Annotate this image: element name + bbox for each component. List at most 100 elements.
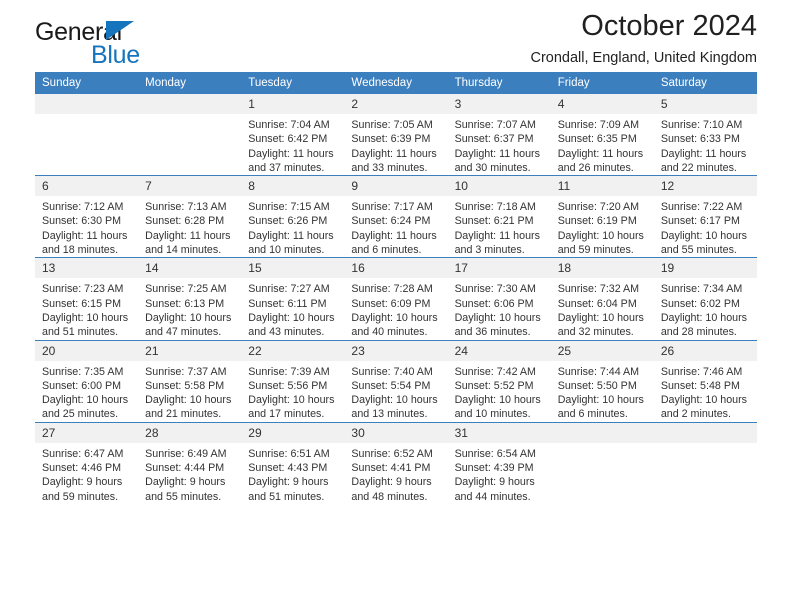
sunset-text: Sunset: 6:26 PM [248, 215, 328, 228]
calendar-day-cell[interactable]: 15 Sunrise: 7:27 AM Sunset: 6:11 PM Dayligh… [241, 257, 345, 341]
daylight-text-line2: and 48 minutes. [351, 490, 428, 503]
calendar-day-cell[interactable]: 22 Sunrise: 7:39 AM Sunset: 5:56 PM Dayligh… [241, 339, 345, 423]
day-sun-info: Sunrise: 6:52 AM Sunset: 4:41 PM Daylight:… [344, 443, 447, 504]
calendar-day-cell[interactable]: 17 Sunrise: 7:30 AM Sunset: 6:06 PM Dayligh… [447, 257, 551, 341]
sunrise-text: Sunrise: 7:42 AM [454, 365, 536, 378]
daylight-text-line2: and 26 minutes. [557, 161, 634, 174]
calendar-day-cell[interactable]: 10 Sunrise: 7:18 AM Sunset: 6:21 PM Dayligh… [447, 175, 551, 258]
calendar-day-cell[interactable]: 26 Sunrise: 7:46 AM Sunset: 5:48 PM Dayligh… [653, 339, 757, 423]
weekday-header-thursday: Thursday [447, 72, 551, 94]
calendar-day-cell[interactable]: 2 Sunrise: 7:05 AM Sunset: 6:39 PM Daylight… [344, 94, 448, 176]
calendar-day-cell[interactable]: 30 Sunrise: 6:52 AM Sunset: 4:41 PM Dayligh… [344, 421, 448, 504]
day-number: 3 [447, 94, 551, 114]
sunrise-text: Sunrise: 7:44 AM [557, 365, 640, 378]
page-header: General Blue October 2024 Crondall, Engl… [35, 0, 757, 72]
day-sun-info: Sunrise: 7:09 AM Sunset: 6:35 PM Daylight:… [551, 114, 654, 175]
calendar-day-cell[interactable]: 24 Sunrise: 7:42 AM Sunset: 5:52 PM Dayligh… [447, 339, 551, 423]
day-number: 29 [241, 422, 345, 443]
calendar-day-cell[interactable]: 21 Sunrise: 7:37 AM Sunset: 5:58 PM Dayligh… [138, 339, 242, 423]
day-sun-info: Sunrise: 6:49 AM Sunset: 4:44 PM Daylight:… [138, 443, 241, 504]
calendar-day-cell[interactable]: 8 Sunrise: 7:15 AM Sunset: 6:26 PM Daylight… [241, 175, 345, 258]
calendar-week-row: 27 Sunrise: 6:47 AM Sunset: 4:46 PM Dayligh… [35, 421, 757, 504]
calendar-day-cell[interactable]: 12 Sunrise: 7:22 AM Sunset: 6:17 PM Dayligh… [653, 175, 757, 258]
calendar-day-cell[interactable]: 11 Sunrise: 7:20 AM Sunset: 6:19 PM Dayligh… [550, 175, 654, 258]
daylight-text-line1: Daylight: 11 hours [351, 147, 437, 160]
day-sun-info: Sunrise: 7:10 AM Sunset: 6:33 PM Daylight:… [654, 114, 757, 175]
day-number: 6 [35, 176, 139, 197]
day-number: 16 [344, 258, 448, 279]
day-sun-info: Sunrise: 7:44 AM Sunset: 5:50 PM Daylight:… [551, 361, 654, 422]
sunset-text: Sunset: 5:54 PM [351, 379, 431, 392]
daylight-text-line2: and 51 minutes. [248, 490, 325, 503]
calendar-day-cell[interactable]: 1 Sunrise: 7:04 AM Sunset: 6:42 PM Daylight… [241, 94, 345, 176]
generalblue-logo: General Blue [35, 18, 225, 70]
sunset-text: Sunset: 5:50 PM [557, 379, 637, 392]
daylight-text-line1: Daylight: 10 hours [454, 311, 541, 324]
calendar-day-cell[interactable]: 16 Sunrise: 7:28 AM Sunset: 6:09 PM Dayligh… [344, 257, 448, 341]
day-sun-info: Sunrise: 7:13 AM Sunset: 6:28 PM Daylight:… [138, 196, 241, 257]
calendar-day-cell[interactable]: 4 Sunrise: 7:09 AM Sunset: 6:35 PM Daylight… [550, 94, 654, 176]
daylight-text-line2: and 44 minutes. [454, 490, 531, 503]
calendar-day-cell[interactable]: 29 Sunrise: 6:51 AM Sunset: 4:43 PM Dayligh… [241, 421, 345, 504]
daylight-text-line2: and 40 minutes. [351, 326, 428, 339]
day-number [138, 94, 242, 114]
weekday-header-monday: Monday [138, 72, 242, 94]
calendar-day-cell[interactable]: 6 Sunrise: 7:12 AM Sunset: 6:30 PM Daylight… [35, 175, 139, 258]
daylight-text-line2: and 10 minutes. [248, 244, 325, 257]
sunrise-sunset-calendar: Sunday Monday Tuesday Wednesday Thursday… [35, 72, 757, 504]
daylight-text-line1: Daylight: 10 hours [557, 311, 644, 324]
calendar-week-row: 6 Sunrise: 7:12 AM Sunset: 6:30 PM Daylight… [35, 175, 757, 258]
calendar-day-cell[interactable]: 18 Sunrise: 7:32 AM Sunset: 6:04 PM Dayligh… [550, 257, 654, 341]
day-sun-info: Sunrise: 7:22 AM Sunset: 6:17 PM Daylight:… [654, 196, 757, 257]
day-sun-info: Sunrise: 6:54 AM Sunset: 4:39 PM Daylight:… [448, 443, 551, 504]
sunrise-text: Sunrise: 6:47 AM [42, 447, 124, 460]
calendar-day-cell[interactable]: 20 Sunrise: 7:35 AM Sunset: 6:00 PM Dayligh… [35, 339, 139, 423]
sunset-text: Sunset: 6:09 PM [351, 297, 431, 310]
daylight-text-line2: and 10 minutes. [454, 408, 531, 421]
daylight-text-line1: Daylight: 10 hours [145, 311, 232, 324]
day-sun-info: Sunrise: 7:40 AM Sunset: 5:54 PM Daylight:… [344, 361, 447, 422]
day-number: 24 [447, 340, 551, 361]
calendar-day-cell[interactable]: 27 Sunrise: 6:47 AM Sunset: 4:46 PM Dayligh… [35, 421, 139, 504]
calendar-week-row: 1 Sunrise: 7:04 AM Sunset: 6:42 PM Daylight… [35, 94, 757, 176]
calendar-day-cell[interactable]: 31 Sunrise: 6:54 AM Sunset: 4:39 PM Dayligh… [447, 421, 551, 504]
day-number: 7 [138, 176, 242, 197]
calendar-day-cell[interactable]: 7 Sunrise: 7:13 AM Sunset: 6:28 PM Daylight… [138, 175, 242, 258]
calendar-day-cell[interactable]: 14 Sunrise: 7:25 AM Sunset: 6:13 PM Dayligh… [138, 257, 242, 341]
day-sun-info: Sunrise: 7:30 AM Sunset: 6:06 PM Daylight:… [448, 278, 551, 339]
sunset-text: Sunset: 5:58 PM [145, 379, 225, 392]
calendar-day-cell[interactable]: 9 Sunrise: 7:17 AM Sunset: 6:24 PM Daylight… [344, 175, 448, 258]
sunset-text: Sunset: 6:21 PM [454, 215, 534, 228]
calendar-day-cell[interactable]: 3 Sunrise: 7:07 AM Sunset: 6:37 PM Daylight… [447, 94, 551, 176]
daylight-text-line1: Daylight: 10 hours [557, 394, 644, 407]
day-sun-info: Sunrise: 7:46 AM Sunset: 5:48 PM Daylight:… [654, 361, 757, 422]
day-sun-info: Sunrise: 7:25 AM Sunset: 6:13 PM Daylight:… [138, 278, 241, 339]
day-number [550, 422, 654, 443]
day-sun-info: Sunrise: 7:39 AM Sunset: 5:56 PM Daylight:… [241, 361, 344, 422]
daylight-text-line2: and 37 minutes. [248, 161, 325, 174]
sunrise-text: Sunrise: 6:52 AM [351, 447, 433, 460]
calendar-day-cell[interactable]: 23 Sunrise: 7:40 AM Sunset: 5:54 PM Dayligh… [344, 339, 448, 423]
day-sun-info: Sunrise: 7:15 AM Sunset: 6:26 PM Daylight:… [241, 196, 344, 257]
sunset-text: Sunset: 6:19 PM [557, 215, 637, 228]
sunset-text: Sunset: 4:43 PM [248, 462, 328, 475]
sunrise-text: Sunrise: 7:17 AM [351, 201, 433, 214]
daylight-text-line1: Daylight: 11 hours [454, 147, 540, 160]
sunrise-text: Sunrise: 7:05 AM [351, 119, 433, 131]
calendar-day-cell[interactable]: 13 Sunrise: 7:23 AM Sunset: 6:15 PM Dayligh… [35, 257, 139, 341]
calendar-day-cell[interactable]: 5 Sunrise: 7:10 AM Sunset: 6:33 PM Daylight… [653, 94, 757, 176]
daylight-text-line2: and 43 minutes. [248, 326, 325, 339]
calendar-day-cell[interactable]: 28 Sunrise: 6:49 AM Sunset: 4:44 PM Dayligh… [138, 421, 242, 504]
day-sun-info: Sunrise: 7:18 AM Sunset: 6:21 PM Daylight:… [448, 196, 551, 257]
calendar-day-cell[interactable]: 19 Sunrise: 7:34 AM Sunset: 6:02 PM Dayligh… [653, 257, 757, 341]
daylight-text-line1: Daylight: 11 hours [42, 229, 128, 242]
weekday-header-tuesday: Tuesday [241, 72, 345, 94]
calendar-day-cell-empty [35, 94, 139, 176]
calendar-day-cell[interactable]: 25 Sunrise: 7:44 AM Sunset: 5:50 PM Dayligh… [550, 339, 654, 423]
sunrise-text: Sunrise: 7:34 AM [660, 283, 743, 296]
day-sun-info: Sunrise: 7:35 AM Sunset: 6:00 PM Daylight:… [35, 361, 138, 422]
day-number: 14 [138, 258, 242, 279]
calendar-week-row: 13 Sunrise: 7:23 AM Sunset: 6:15 PM Dayligh… [35, 257, 757, 341]
daylight-text-line1: Daylight: 10 hours [248, 394, 335, 407]
daylight-text-line1: Daylight: 10 hours [557, 229, 644, 242]
